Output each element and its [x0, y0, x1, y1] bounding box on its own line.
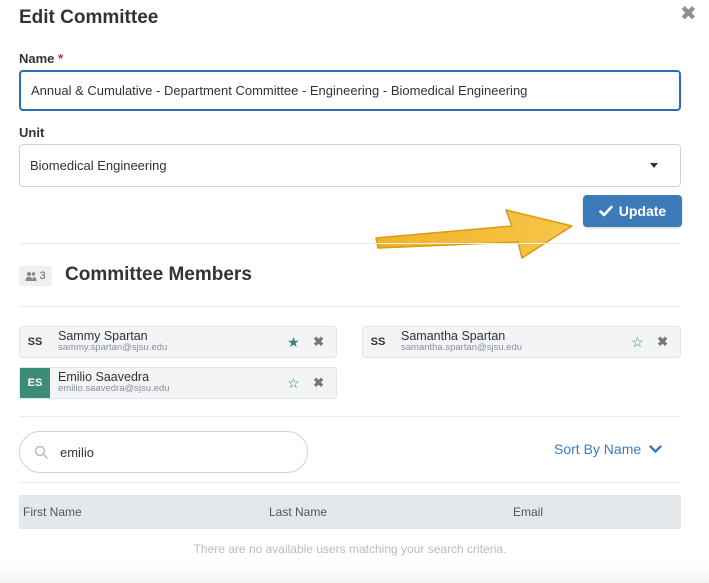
- column-email[interactable]: Email: [513, 505, 543, 519]
- member-name: Sammy Spartan: [58, 329, 148, 343]
- caret-down-icon: [650, 163, 658, 168]
- divider: [19, 482, 681, 483]
- member-chip: SS Sammy Spartan sammy.spartan@sjsu.edu …: [19, 326, 337, 358]
- remove-icon[interactable]: ✖: [657, 334, 668, 350]
- arrow-annotation: [372, 196, 577, 266]
- member-chip: ES Emilio Saavedra emilio.saavedra@sjsu.…: [19, 367, 337, 399]
- checkmark-icon: [598, 205, 613, 217]
- member-count-badge: 3: [19, 266, 52, 286]
- search-value: emilio: [60, 444, 94, 460]
- member-count: 3: [39, 270, 46, 282]
- name-input-value: Annual & Cumulative - Department Committ…: [31, 83, 528, 98]
- required-mark: *: [58, 51, 64, 66]
- scroll-fade: [0, 563, 709, 583]
- users-icon: [25, 271, 37, 281]
- member-initials: SS: [370, 336, 386, 348]
- member-initials: SS: [27, 336, 43, 348]
- update-button[interactable]: Update: [583, 195, 682, 227]
- search-input[interactable]: emilio: [19, 431, 308, 473]
- name-input[interactable]: Annual & Cumulative - Department Committ…: [19, 70, 681, 111]
- unit-select[interactable]: Biomedical Engineering: [19, 144, 681, 187]
- member-email: samantha.spartan@sjsu.edu: [401, 342, 523, 353]
- remove-icon[interactable]: ✖: [313, 375, 324, 391]
- member-email: emilio.saavedra@sjsu.edu: [58, 383, 170, 394]
- member-chip: SS Samantha Spartan samantha.spartan@sjs…: [362, 326, 681, 358]
- unit-label: Unit: [19, 125, 45, 140]
- sort-dropdown[interactable]: Sort By Name: [554, 441, 662, 457]
- name-label: Name *: [19, 51, 64, 66]
- star-outline-icon[interactable]: ☆: [631, 334, 644, 351]
- member-email: sammy.spartan@sjsu.edu: [58, 342, 168, 353]
- column-first-name[interactable]: First Name: [23, 505, 82, 519]
- update-label: Update: [618, 203, 667, 219]
- remove-icon[interactable]: ✖: [313, 334, 324, 350]
- divider: [19, 416, 681, 417]
- sort-label: Sort By Name: [554, 441, 642, 457]
- committee-members-title: Committee Members: [65, 264, 252, 285]
- chevron-down-icon: [649, 444, 662, 454]
- close-icon[interactable]: ✖: [680, 4, 697, 24]
- unit-select-value: Biomedical Engineering: [30, 158, 167, 173]
- divider: [19, 306, 681, 307]
- table-header: First Name Last Name Email: [19, 495, 681, 529]
- divider: [19, 243, 681, 244]
- member-name: Samantha Spartan: [401, 329, 506, 343]
- member-initials: ES: [20, 368, 50, 398]
- column-last-name[interactable]: Last Name: [269, 505, 327, 519]
- search-icon: [34, 445, 48, 459]
- star-outline-icon[interactable]: ☆: [287, 375, 300, 392]
- modal-title: Edit Committee: [19, 7, 159, 28]
- member-name: Emilio Saavedra: [58, 370, 150, 384]
- star-filled-icon[interactable]: ★: [287, 334, 300, 351]
